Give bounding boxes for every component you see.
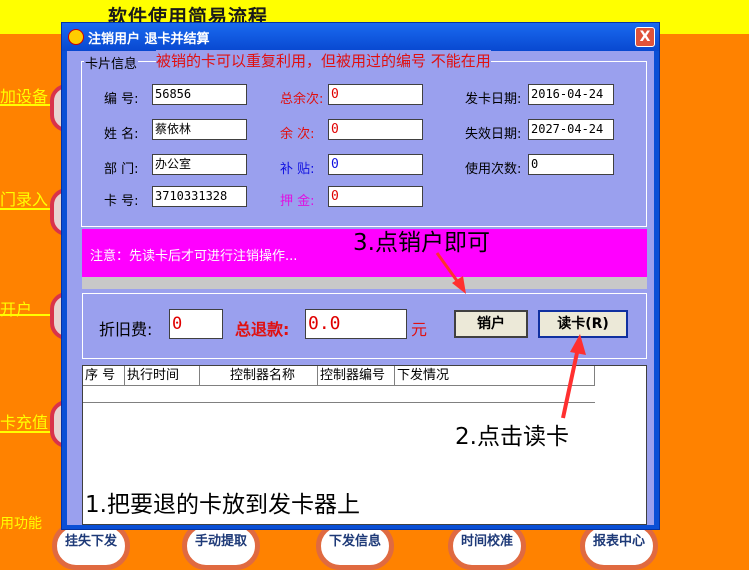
balance-field[interactable]: 0 [328, 119, 423, 140]
read-card-button[interactable]: 读卡(R) [538, 310, 628, 338]
dialog-client: 卡片信息 被销的卡可以重复利用，但被用过的编号 不能在用 编 号: 56856 … [67, 50, 654, 525]
card-number-label: 卡 号: [104, 194, 139, 209]
number-label: 编 号: [104, 92, 139, 107]
dept-field[interactable]: 办公室 [152, 154, 247, 175]
sidebar-item-entry[interactable]: 门录入 [0, 186, 48, 210]
subsidy-field[interactable]: 0 [328, 154, 423, 175]
refund-unit: 元 [411, 320, 428, 339]
close-button[interactable]: X [635, 27, 655, 47]
sidebar-underline [0, 104, 50, 106]
refund-label: 总退款: [235, 320, 290, 339]
settlement-panel: 折旧费: 0 总退款: 0.0 元 销户 读卡(R) [82, 293, 647, 359]
col-exec-time[interactable]: 执行时间 [125, 366, 200, 386]
card-reuse-note: 被销的卡可以重复利用，但被用过的编号 不能在用 [156, 50, 491, 71]
refund-field[interactable]: 0.0 [305, 309, 407, 339]
sidebar-item-functions[interactable]: 用功能 [0, 513, 42, 533]
name-label: 姓 名: [104, 127, 139, 142]
depreciation-field[interactable]: 0 [169, 309, 223, 339]
dept-label: 部 门: [104, 162, 139, 177]
step2-annotation: 2.点击读卡 [455, 424, 569, 450]
deposit-label: 押 金: [280, 194, 315, 209]
sidebar-underline [0, 208, 52, 210]
card-info-group: 卡片信息 被销的卡可以重复利用，但被用过的编号 不能在用 编 号: 56856 … [81, 50, 647, 227]
deposit-field[interactable]: 0 [328, 186, 423, 207]
cancel-account-button[interactable]: 销户 [454, 310, 528, 338]
balance-label: 余 次: [280, 127, 315, 142]
total-balance-field[interactable]: 0 [328, 84, 423, 105]
expire-date-label: 失效日期: [465, 127, 522, 142]
sidebar-item-open-account[interactable]: 开户 [0, 296, 32, 320]
depreciation-label: 折旧费: [99, 320, 153, 339]
total-balance-label: 总余次: [280, 92, 324, 107]
use-count-field[interactable]: 0 [528, 154, 614, 175]
card-number-field[interactable]: 3710331328 [152, 186, 247, 207]
number-field[interactable]: 56856 [152, 84, 247, 105]
expire-date-field[interactable]: 2027-04-24 [528, 119, 614, 140]
card-info-legend: 卡片信息 [84, 53, 139, 72]
warning-text: 注意：先读卡后才可进行注销操作... [90, 249, 298, 264]
step1-annotation: 1.把要退的卡放到发卡器上 [85, 492, 360, 518]
step3-annotation: 3.点销户即可 [353, 230, 490, 256]
col-index[interactable]: 序 号 [83, 366, 125, 386]
divider-strip [82, 277, 647, 289]
sidebar-item-recharge[interactable]: 卡充值 [0, 409, 48, 433]
sidebar-underline [0, 431, 50, 433]
app-icon [68, 29, 84, 45]
col-send-status[interactable]: 下发情况 [395, 366, 595, 386]
col-controller-name[interactable]: 控制器名称 [200, 366, 318, 386]
dialog-title: 注销用户 退卡并结算 [88, 32, 210, 47]
table-row [83, 386, 595, 403]
cancel-user-dialog: 注销用户 退卡并结算 X 卡片信息 被销的卡可以重复利用，但被用过的编号 不能在… [61, 22, 660, 530]
issue-date-field[interactable]: 2016-04-24 [528, 84, 614, 105]
sidebar-underline [0, 314, 50, 316]
use-count-label: 使用次数: [465, 162, 522, 177]
name-field[interactable]: 蔡依林 [152, 119, 247, 140]
col-controller-id[interactable]: 控制器编号 [318, 366, 395, 386]
issue-date-label: 发卡日期: [465, 92, 522, 107]
dialog-titlebar: 注销用户 退卡并结算 X [62, 23, 659, 51]
subsidy-label: 补 贴: [280, 162, 315, 177]
